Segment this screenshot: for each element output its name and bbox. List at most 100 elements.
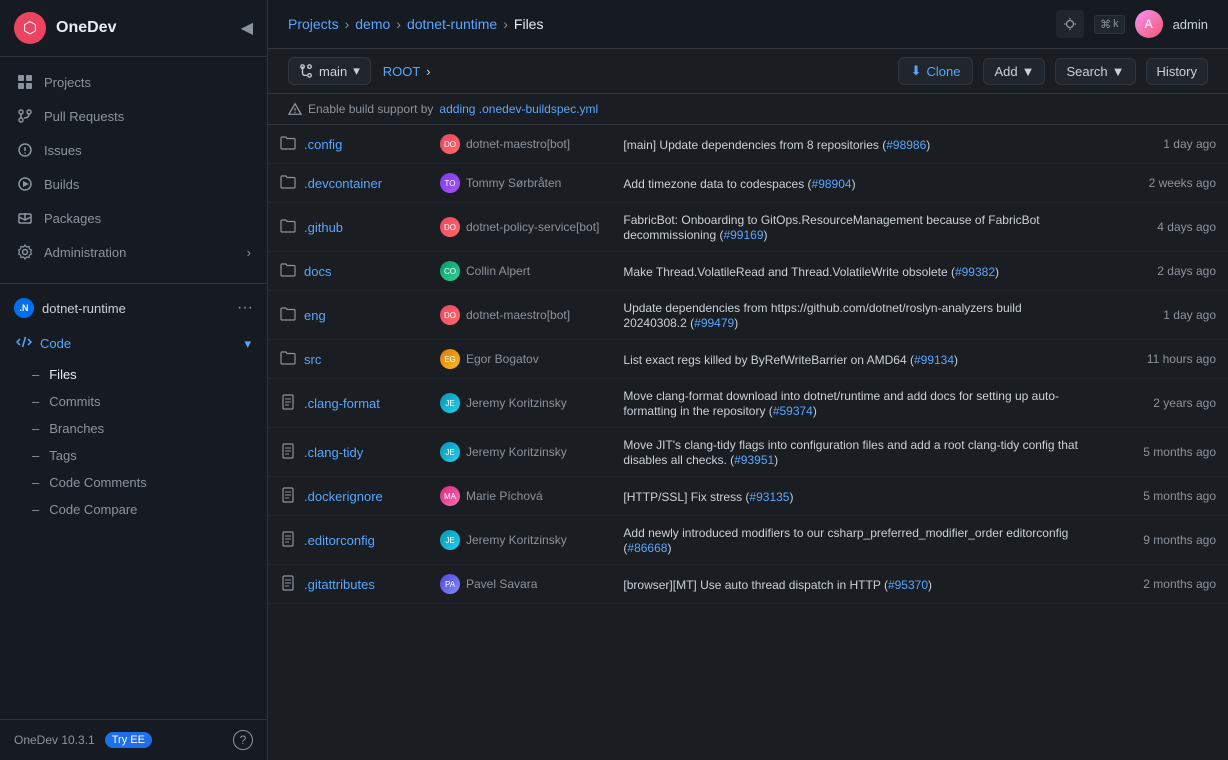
commit-message: Make Thread.VolatileRead and Thread.Vola… <box>623 265 999 279</box>
root-link[interactable]: ROOT <box>383 64 421 79</box>
help-icon[interactable]: ? <box>233 730 253 750</box>
time-cell: 4 days ago <box>1098 203 1228 252</box>
commit-cell: Update dependencies from https://github.… <box>611 291 1098 340</box>
file-link[interactable]: .devcontainer <box>304 176 382 191</box>
author-avatar: DO <box>440 134 460 154</box>
sidebar-item-builds[interactable]: Builds <box>0 167 267 201</box>
breadcrumb-projects[interactable]: Projects <box>288 16 339 32</box>
folder-icon <box>280 174 296 193</box>
commit-message: Update dependencies from https://github.… <box>623 301 1021 330</box>
clone-button[interactable]: ⬇ Clone <box>898 57 974 85</box>
issues-icon <box>16 141 34 159</box>
try-ee-badge[interactable]: Try EE <box>105 732 152 748</box>
user-avatar[interactable]: A <box>1135 10 1163 38</box>
administration-icon <box>16 243 34 261</box>
build-notice-link[interactable]: adding .onedev-buildspec.yml <box>439 102 598 116</box>
search-shortcut[interactable]: ⌘ k <box>1094 15 1125 34</box>
file-link[interactable]: .clang-tidy <box>304 445 363 460</box>
commit-link[interactable]: #86668 <box>627 541 667 555</box>
commit-link[interactable]: #99134 <box>914 353 954 367</box>
folder-icon <box>280 306 296 325</box>
file-table-wrapper: .config DO dotnet-maestro[bot] [main] Up… <box>268 125 1228 760</box>
author-avatar: JE <box>440 442 460 462</box>
code-sub-item-files[interactable]: – Files <box>0 361 267 388</box>
breadcrumb: Projects › demo › dotnet-runtime › Files <box>288 16 543 32</box>
sidebar-item-administration[interactable]: Administration › <box>0 235 267 269</box>
table-row: .gitattributes PA Pavel Savara [browser]… <box>268 565 1228 604</box>
file-link[interactable]: .gitattributes <box>304 577 375 592</box>
commit-link[interactable]: #93135 <box>749 490 789 504</box>
author-name[interactable]: Tommy Sørbråten <box>466 176 561 190</box>
sidebar-collapse-button[interactable]: ◀ <box>241 18 253 38</box>
table-row: .config DO dotnet-maestro[bot] [main] Up… <box>268 125 1228 164</box>
pull-requests-icon <box>16 107 34 125</box>
author-name[interactable]: dotnet-maestro[bot] <box>466 308 570 322</box>
file-link[interactable]: .editorconfig <box>304 533 375 548</box>
author-name[interactable]: dotnet-policy-service[bot] <box>466 220 599 234</box>
file-link[interactable]: .clang-format <box>304 396 380 411</box>
commit-link[interactable]: #93951 <box>734 453 774 467</box>
branch-selector[interactable]: main ▾ <box>288 57 371 85</box>
author-cell: DO dotnet-maestro[bot] <box>428 291 611 340</box>
search-button[interactable]: Search ▼ <box>1055 58 1135 85</box>
sidebar-item-packages[interactable]: Packages <box>0 201 267 235</box>
commit-link[interactable]: #99169 <box>723 228 763 242</box>
theme-toggle-icon[interactable] <box>1056 10 1084 38</box>
author-name[interactable]: dotnet-maestro[bot] <box>466 137 570 151</box>
code-sub-item-code-compare[interactable]: – Code Compare <box>0 496 267 523</box>
add-button[interactable]: Add ▼ <box>983 58 1045 85</box>
root-breadcrumb: ROOT › <box>383 64 431 79</box>
branches-label: Branches <box>49 421 104 436</box>
admin-username[interactable]: admin <box>1173 17 1208 32</box>
code-nav-item[interactable]: Code ▾ <box>0 326 267 361</box>
author-name[interactable]: Egor Bogatov <box>466 352 539 366</box>
time-cell: 2 months ago <box>1098 565 1228 604</box>
commit-link[interactable]: #99382 <box>955 265 995 279</box>
file-name-cell: .devcontainer <box>268 164 428 203</box>
time-cell: 2 years ago <box>1098 379 1228 428</box>
code-label: Code <box>40 336 71 351</box>
commit-cell: Make Thread.VolatileRead and Thread.Vola… <box>611 252 1098 291</box>
breadcrumb-demo[interactable]: demo <box>355 16 390 32</box>
author-name[interactable]: Collin Alpert <box>466 264 530 278</box>
file-link[interactable]: .dockerignore <box>304 489 383 504</box>
project-name[interactable]: dotnet-runtime <box>42 301 229 316</box>
author-name[interactable]: Marie Píchová <box>466 489 543 503</box>
project-more-button[interactable]: ··· <box>237 299 253 317</box>
author-name[interactable]: Jeremy Koritzinsky <box>466 445 567 459</box>
version-text: OneDev 10.3.1 <box>14 733 95 747</box>
commit-cell: Move JIT's clang-tidy flags into configu… <box>611 428 1098 477</box>
author-cell: PA Pavel Savara <box>428 565 611 604</box>
time-cell: 2 weeks ago <box>1098 164 1228 203</box>
code-sub-item-commits[interactable]: – Commits <box>0 388 267 415</box>
code-sub-item-code-comments[interactable]: – Code Comments <box>0 469 267 496</box>
author-name[interactable]: Jeremy Koritzinsky <box>466 396 567 410</box>
file-link[interactable]: docs <box>304 264 331 279</box>
sidebar-item-issues[interactable]: Issues <box>0 133 267 167</box>
breadcrumb-dotnet-runtime[interactable]: dotnet-runtime <box>407 16 497 32</box>
file-link[interactable]: .github <box>304 220 343 235</box>
commit-link[interactable]: #98904 <box>812 177 852 191</box>
file-link[interactable]: src <box>304 352 321 367</box>
commit-link[interactable]: #98986 <box>886 138 926 152</box>
code-compare-label: Code Compare <box>49 502 137 517</box>
code-sub-item-branches[interactable]: – Branches <box>0 415 267 442</box>
commit-link[interactable]: #59374 <box>773 404 813 418</box>
builds-icon <box>16 175 34 193</box>
sidebar-item-projects[interactable]: Projects <box>0 65 267 99</box>
commit-link[interactable]: #95370 <box>888 578 928 592</box>
project-dot: .N <box>14 298 34 318</box>
time-cell: 1 day ago <box>1098 125 1228 164</box>
author-name[interactable]: Pavel Savara <box>466 577 537 591</box>
sidebar-item-pull-requests[interactable]: Pull Requests <box>0 99 267 133</box>
author-name[interactable]: Jeremy Koritzinsky <box>466 533 567 547</box>
file-link[interactable]: eng <box>304 308 326 323</box>
time-cell: 5 months ago <box>1098 477 1228 516</box>
code-sub-item-tags[interactable]: – Tags <box>0 442 267 469</box>
history-button[interactable]: History <box>1146 58 1208 85</box>
file-icon <box>280 531 296 550</box>
pull-requests-label: Pull Requests <box>44 109 124 124</box>
commit-cell: Add newly introduced modifiers to our cs… <box>611 516 1098 565</box>
commit-link[interactable]: #99479 <box>694 316 734 330</box>
file-link[interactable]: .config <box>304 137 342 152</box>
